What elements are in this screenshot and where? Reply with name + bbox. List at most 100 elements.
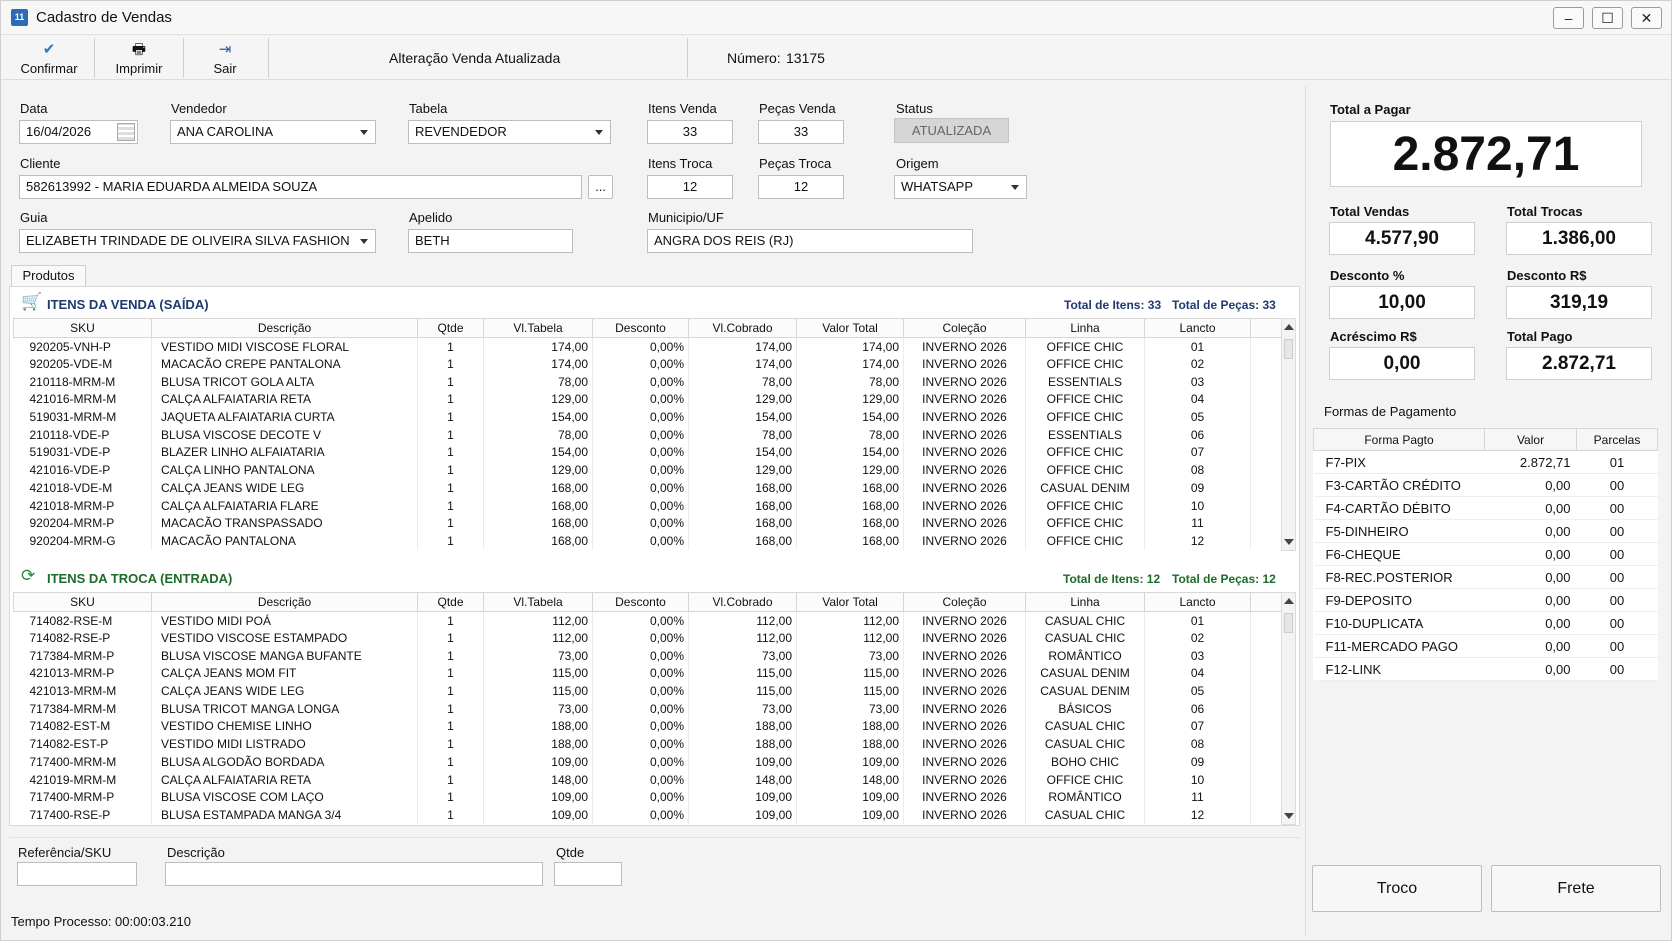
change-button[interactable]: Troco <box>1312 865 1482 912</box>
sale-item-row[interactable]: 421018-VDE-M CALÇA JEANS WIDE LEG 1 168,00 0… <box>13 479 1282 497</box>
payment-row[interactable]: F11-MERCADO PAGO 0,00 00 <box>1313 634 1658 658</box>
col-header-descricao[interactable]: Descrição <box>151 592 418 612</box>
sale-item-row[interactable]: 920205-VNH-P VESTIDO MIDI VISCOSE FLORAL 1… <box>13 337 1282 356</box>
col-header-colecao[interactable]: Coleção <box>903 318 1026 338</box>
entry-qty-input[interactable] <box>554 862 622 886</box>
cell-spacer <box>1250 443 1282 462</box>
trade-item-row[interactable]: 717400-MRM-M BLUSA ALGODÃO BORDADA 1 109,00… <box>13 753 1282 771</box>
payment-row[interactable]: F6-CHEQUE 0,00 00 <box>1313 542 1658 566</box>
col-header-lancto[interactable]: Lancto <box>1144 318 1251 338</box>
sale-item-row[interactable]: 421016-MRM-M CALÇA ALFAIATARIA RETA 1 129,0… <box>13 390 1282 409</box>
trade-item-row[interactable]: 717400-MRM-P BLUSA VISCOSE COM LAÇO 1 109,0… <box>13 788 1282 807</box>
scroll-thumb[interactable] <box>1284 339 1293 359</box>
col-header-valortotal[interactable]: Valor Total <box>796 592 904 612</box>
trade-item-row[interactable]: 714082-EST-M VESTIDO CHEMISE LINHO 1 188,00… <box>13 717 1282 736</box>
cell-spacer <box>1250 806 1282 824</box>
trade-item-row[interactable]: 717400-RSE-P BLUSA ESTAMPADA MANGA 3/4 1 10… <box>13 806 1282 824</box>
print-button[interactable]: 🖶 Imprimir <box>107 36 171 80</box>
minimize-button[interactable]: – <box>1553 7 1584 29</box>
sale-item-row[interactable]: 519031-VDE-P BLAZER LINHO ALFAIATARIA 1 154… <box>13 443 1282 462</box>
payment-row[interactable]: F10-DUPLICATA 0,00 00 <box>1313 611 1658 635</box>
payment-table-header: Forma Pagto Valor Parcelas <box>1313 428 1658 451</box>
confirm-button[interactable]: ✔ Confirmar <box>15 36 83 80</box>
col-header-sku[interactable]: SKU <box>13 592 152 612</box>
sale-item-row[interactable]: 519031-MRM-M JAQUETA ALFAIATARIA CURTA 1 15… <box>13 408 1282 426</box>
sale-item-row[interactable]: 920205-VDE-M MACACÃO CREPE PANTALONA 1 174,… <box>13 355 1282 373</box>
col-header-qtde[interactable]: Qtde <box>417 318 484 338</box>
col-header-linha[interactable]: Linha <box>1025 592 1145 612</box>
freight-button[interactable]: Frete <box>1491 865 1661 912</box>
customer-search-button[interactable]: ... <box>588 175 613 199</box>
scroll-up-icon[interactable] <box>1284 324 1294 330</box>
guide-select[interactable]: ELIZABETH TRINDADE DE OLIVEIRA SILVA FAS… <box>19 229 376 253</box>
col-header-linha[interactable]: Linha <box>1025 318 1145 338</box>
scroll-down-icon[interactable] <box>1284 813 1294 819</box>
origin-select[interactable]: WHATSAPP <box>894 175 1027 199</box>
payment-row[interactable]: F5-DINHEIRO 0,00 00 <box>1313 519 1658 543</box>
sale-item-row[interactable]: 421016-VDE-P CALÇA LINHO PANTALONA 1 129,00… <box>13 461 1282 479</box>
col-header-sku[interactable]: SKU <box>13 318 152 338</box>
payment-row[interactable]: F9-DEPOSITO 0,00 00 <box>1313 588 1658 612</box>
col-header-vltabela[interactable]: Vl.Tabela <box>483 592 593 612</box>
payment-row[interactable]: F8-REC.POSTERIOR 0,00 00 <box>1313 565 1658 589</box>
sale-items-field[interactable]: 33 <box>647 120 733 144</box>
col-header-vlcobrado[interactable]: Vl.Cobrado <box>688 318 797 338</box>
trade-table-scrollbar[interactable] <box>1281 592 1296 825</box>
nickname-field[interactable]: BETH <box>408 229 573 253</box>
discount-rs-field[interactable]: 319,19 <box>1506 286 1652 319</box>
scroll-down-icon[interactable] <box>1284 539 1294 545</box>
sale-pieces-field[interactable]: 33 <box>758 120 844 144</box>
col-header-vlcobrado[interactable]: Vl.Cobrado <box>688 592 797 612</box>
col-header-parcelas[interactable]: Parcelas <box>1576 428 1658 451</box>
sale-item-row[interactable]: 421018-MRM-P CALÇA ALFAIATARIA FLARE 1 168,… <box>13 496 1282 515</box>
col-header-colecao[interactable]: Coleção <box>903 592 1026 612</box>
ref-sku-input[interactable] <box>17 862 137 886</box>
seller-select[interactable]: ANA CAROLINA <box>170 120 376 144</box>
sale-table-scrollbar[interactable] <box>1281 318 1296 551</box>
col-header-desconto[interactable]: Desconto <box>592 592 689 612</box>
payment-row[interactable]: F4-CARTÃO DÉBITO 0,00 00 <box>1313 496 1658 520</box>
date-field[interactable]: 16/04/2026 <box>19 120 138 144</box>
sale-item-row[interactable]: 920204-MRM-P MACACÃO TRANSPASSADO 1 168,00 0… <box>13 514 1282 533</box>
price-table-select[interactable]: REVENDEDOR <box>408 120 611 144</box>
trade-items-field[interactable]: 12 <box>647 175 733 199</box>
cell-descricao: BLUSA ESTAMPADA MANGA 3/4 <box>151 806 418 824</box>
col-header-forma-pagto[interactable]: Forma Pagto <box>1313 428 1485 451</box>
col-header-vltabela[interactable]: Vl.Tabela <box>483 318 593 338</box>
sale-item-row[interactable]: 210118-MRM-M BLUSA TRICOT GOLA ALTA 1 78,00… <box>13 372 1282 391</box>
cell-linha: CASUAL DENIM <box>1025 664 1145 683</box>
entry-description-input[interactable] <box>165 862 543 886</box>
col-header-descricao[interactable]: Descrição <box>151 318 418 338</box>
customer-field[interactable]: 582613992 - MARIA EDUARDA ALMEIDA SOUZA <box>19 175 582 199</box>
cell-linha: OFFICE CHIC <box>1025 461 1145 479</box>
col-header-lancto[interactable]: Lancto <box>1144 592 1251 612</box>
col-header-valor[interactable]: Valor <box>1484 428 1577 451</box>
payment-row[interactable]: F12-LINK 0,00 00 <box>1313 657 1658 681</box>
sale-item-row[interactable]: 920204-MRM-G MACACÃO PANTALONA 1 168,00 0,00… <box>13 532 1282 550</box>
tab-produtos[interactable]: Produtos <box>11 265 86 287</box>
city-field[interactable]: ANGRA DOS REIS (RJ) <box>647 229 973 253</box>
trade-pieces-field[interactable]: 12 <box>758 175 844 199</box>
trade-item-row[interactable]: 714082-RSE-P VESTIDO VISCOSE ESTAMPADO 1 11… <box>13 629 1282 647</box>
calendar-icon[interactable] <box>117 123 135 141</box>
discount-pct-field[interactable]: 10,00 <box>1329 286 1475 319</box>
trade-item-row[interactable]: 717384-MRM-M BLUSA TRICOT MANGA LONGA 1 73,… <box>13 699 1282 718</box>
col-header-qtde[interactable]: Qtde <box>417 592 484 612</box>
trade-item-row[interactable]: 714082-RSE-M VESTIDO MIDI POÁ 1 112,00 0,00%… <box>13 611 1282 630</box>
col-header-desconto[interactable]: Desconto <box>592 318 689 338</box>
sale-item-row[interactable]: 210118-VDE-P BLUSA VISCOSE DECOTE V 1 78,00… <box>13 425 1282 444</box>
payment-row[interactable]: F3-CARTÃO CRÉDITO 0,00 00 <box>1313 473 1658 497</box>
trade-item-row[interactable]: 421013-MRM-P CALÇA JEANS MOM FIT 1 115,00 0,… <box>13 664 1282 683</box>
surcharge-field[interactable]: 0,00 <box>1329 347 1475 380</box>
close-button[interactable]: ✕ <box>1631 7 1662 29</box>
scroll-thumb[interactable] <box>1284 613 1293 633</box>
exit-button[interactable]: ⇥ Sair <box>201 36 249 80</box>
trade-item-row[interactable]: 714082-EST-P VESTIDO MIDI LISTRADO 1 188,00… <box>13 735 1282 753</box>
trade-item-row[interactable]: 421013-MRM-M CALÇA JEANS WIDE LEG 1 115,00 0… <box>13 682 1282 700</box>
scroll-up-icon[interactable] <box>1284 598 1294 604</box>
trade-item-row[interactable]: 717384-MRM-P BLUSA VISCOSE MANGA BUFANTE 1… <box>13 646 1282 665</box>
trade-item-row[interactable]: 421019-MRM-M CALÇA ALFAIATARIA RETA 1 148,0… <box>13 770 1282 789</box>
maximize-button[interactable]: ☐ <box>1592 7 1623 29</box>
col-header-valortotal[interactable]: Valor Total <box>796 318 904 338</box>
payment-row[interactable]: F7-PIX 2.872,71 01 <box>1313 450 1658 474</box>
